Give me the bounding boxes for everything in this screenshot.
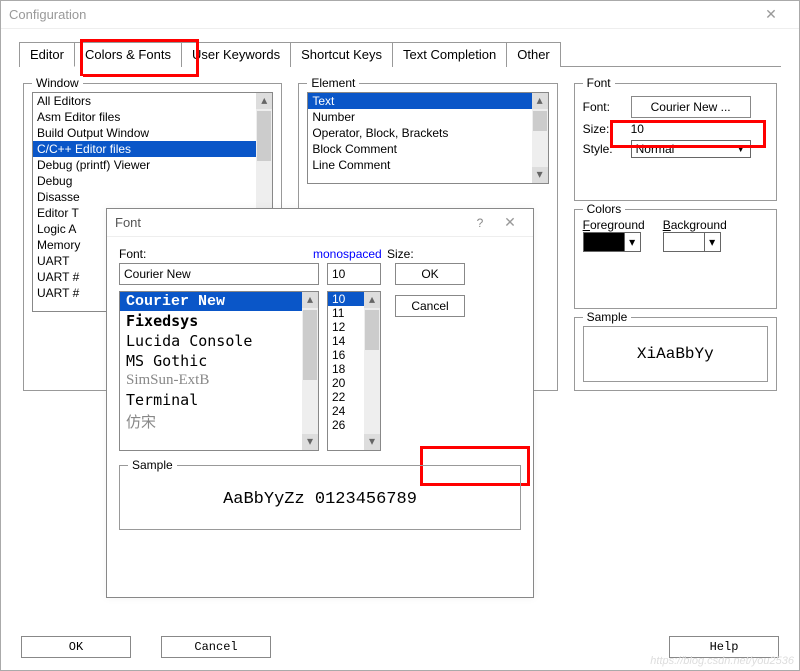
list-item[interactable]: All Editors bbox=[33, 93, 272, 109]
font-type-label: monospaced bbox=[313, 247, 383, 261]
list-item[interactable]: Number bbox=[308, 109, 547, 125]
font-label: Font: bbox=[119, 247, 313, 261]
tabs: Editor Colors & Fonts User Keywords Shor… bbox=[19, 41, 781, 67]
font-sample-legend: Sample bbox=[128, 458, 177, 472]
tab-other[interactable]: Other bbox=[506, 42, 561, 67]
list-item[interactable]: Block Comment bbox=[308, 141, 547, 157]
group-colors: Colors Foreground ▾ Background ▾ bbox=[574, 209, 777, 309]
group-sample: Sample XiAaBbYy bbox=[574, 317, 777, 391]
list-item[interactable]: Build Output Window bbox=[33, 125, 272, 141]
chevron-down-icon: ▼ bbox=[736, 144, 746, 155]
size-value: 10 bbox=[631, 122, 644, 136]
group-font-legend: Font bbox=[583, 76, 615, 90]
list-item[interactable]: Disasse bbox=[33, 189, 272, 205]
list-item[interactable]: Courier New bbox=[120, 292, 318, 311]
chevron-down-icon: ▾ bbox=[624, 233, 640, 251]
sample-text: XiAaBbYy bbox=[583, 326, 768, 382]
close-icon[interactable]: ✕ bbox=[495, 214, 525, 231]
list-item[interactable]: MS Gothic bbox=[120, 351, 318, 371]
background-label: Background bbox=[663, 218, 727, 232]
tab-colors-fonts[interactable]: Colors & Fonts bbox=[74, 42, 182, 67]
list-item[interactable]: Lucida Console bbox=[120, 331, 318, 351]
help-icon[interactable]: ? bbox=[465, 216, 495, 230]
style-dropdown[interactable]: Normal ▼ bbox=[631, 140, 751, 158]
background-color-picker[interactable]: ▾ bbox=[663, 232, 721, 252]
foreground-label: Foreground bbox=[583, 218, 645, 232]
list-item[interactable]: 仿宋 bbox=[120, 410, 318, 433]
size-label: Size: bbox=[383, 247, 447, 261]
watermark-text: https://blog.csdn.net/you2536 bbox=[650, 655, 794, 667]
style-label: Style: bbox=[583, 142, 631, 156]
tab-shortcut-keys[interactable]: Shortcut Keys bbox=[290, 42, 393, 67]
list-item[interactable]: Debug bbox=[33, 173, 272, 189]
group-sample-legend: Sample bbox=[583, 310, 632, 324]
group-font-sample: Sample AaBbYyZz 0123456789 bbox=[119, 465, 521, 530]
font-family-listbox[interactable]: Courier New Fixedsys Lucida Console MS G… bbox=[119, 291, 319, 451]
font-dialog-title: Font bbox=[115, 215, 465, 230]
cancel-button[interactable]: Cancel bbox=[161, 636, 271, 658]
list-item[interactable]: Operator, Block, Brackets bbox=[308, 125, 547, 141]
list-item[interactable]: Fixedsys bbox=[120, 311, 318, 331]
close-icon[interactable]: ✕ bbox=[751, 6, 791, 23]
group-element-legend: Element bbox=[307, 76, 359, 90]
list-item[interactable]: Text bbox=[308, 93, 547, 109]
list-item[interactable]: Terminal bbox=[120, 390, 318, 410]
chevron-down-icon: ▾ bbox=[704, 233, 720, 251]
list-item[interactable]: SimSun-ExtB bbox=[120, 371, 318, 390]
font-size-listbox[interactable]: 10 11 12 14 16 18 20 22 24 26 ▴ ▾ bbox=[327, 291, 381, 451]
font-label: Font: bbox=[583, 100, 631, 114]
scrollbar[interactable]: ▴ ▾ bbox=[364, 292, 380, 450]
list-item[interactable]: Debug (printf) Viewer bbox=[33, 157, 272, 173]
scrollbar[interactable]: ▴ ▾ bbox=[302, 292, 318, 450]
list-item[interactable]: Line Comment bbox=[308, 157, 547, 173]
font-dialog: Font ? ✕ Font: monospaced Size: OK Cance… bbox=[106, 208, 534, 598]
ok-button[interactable]: OK bbox=[395, 263, 465, 285]
font-picker-button[interactable]: Courier New ... bbox=[631, 96, 751, 118]
style-value: Normal bbox=[636, 142, 675, 156]
scrollbar[interactable]: ▴ ▾ bbox=[532, 93, 548, 183]
foreground-color-picker[interactable]: ▾ bbox=[583, 232, 641, 252]
list-item[interactable]: C/C++ Editor files bbox=[33, 141, 272, 157]
tab-user-keywords[interactable]: User Keywords bbox=[181, 42, 291, 67]
font-sample-text: AaBbYyZz 0123456789 bbox=[128, 490, 512, 509]
size-label: Size: bbox=[583, 122, 631, 136]
list-item[interactable]: Asm Editor files bbox=[33, 109, 272, 125]
tab-text-completion[interactable]: Text Completion bbox=[392, 42, 507, 67]
dialog-title: Configuration bbox=[9, 7, 751, 22]
tab-editor[interactable]: Editor bbox=[19, 42, 75, 67]
group-font: Font Font: Courier New ... Size: 10 Styl… bbox=[574, 83, 777, 201]
group-window-legend: Window bbox=[32, 76, 83, 90]
element-listbox[interactable]: Text Number Operator, Block, Brackets Bl… bbox=[307, 92, 548, 184]
group-colors-legend: Colors bbox=[583, 202, 626, 216]
ok-button[interactable]: OK bbox=[21, 636, 131, 658]
cancel-button[interactable]: Cancel bbox=[395, 295, 465, 317]
